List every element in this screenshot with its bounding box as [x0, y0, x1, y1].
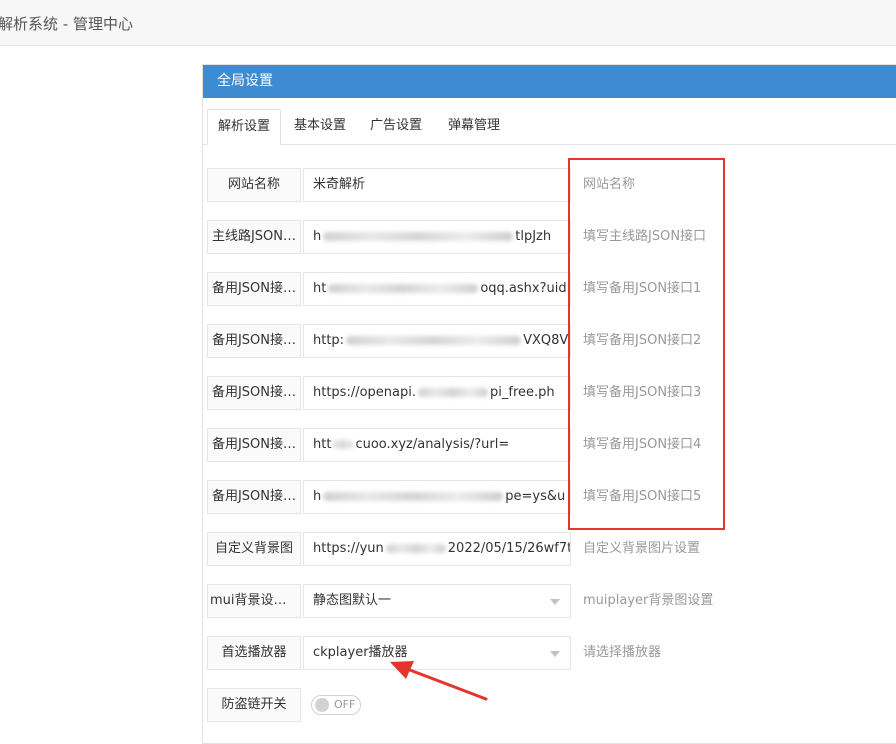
backup-json-5-help: 填写备用JSON接口5 [583, 489, 702, 504]
backup-json-3-value-start: https://openapi. [313, 385, 417, 400]
backup-json-3-help: 填写备用JSON接口3 [583, 385, 702, 400]
mui-bg-help: muiplayer背景图设置 [583, 593, 714, 608]
blurred-text [323, 232, 514, 241]
form-row-backup-json-5: 备用JSON接… h pe=ys&u 填写备用JSON接口5 [207, 480, 896, 514]
backup-json-2-help: 填写备用JSON接口2 [583, 333, 702, 348]
form-row-backup-json-2: 备用JSON接… http: VXQ8V 填写备用JSON接口2 [207, 324, 896, 358]
blurred-text [385, 544, 446, 553]
toggle-knob [315, 698, 329, 712]
form-row-mui-bg: mui背景设置图 静态图默认一 muiplayer背景图设置 [207, 584, 896, 618]
backup-json-2-input[interactable]: http: VXQ8V [303, 324, 571, 358]
hotlink-label: 防盗链开关 [207, 688, 301, 722]
chevron-down-icon [550, 651, 560, 657]
panel-title: 全局设置 [203, 65, 896, 98]
backup-json-4-value-start: htt [313, 437, 332, 452]
backup-json-2-label: 备用JSON接… [207, 324, 301, 358]
backup-json-4-value-end: cuoo.xyz/analysis/?url= [355, 437, 510, 452]
main-json-value-end: tlpJzh [515, 229, 552, 244]
main-json-value-start: h [313, 229, 322, 244]
site-name-help: 网站名称 [583, 177, 636, 192]
chevron-down-icon [550, 599, 560, 605]
settings-panel: 全局设置 解析设置 基本设置 广告设置 弹幕管理 网站名称 米奇解析 网站名称 … [202, 64, 896, 744]
tab-basic-settings[interactable]: 基本设置 [285, 109, 355, 145]
backup-json-3-input[interactable]: https://openapi. pi_free.ph [303, 376, 571, 410]
annotation-arrow-icon [390, 661, 488, 701]
backup-json-4-help: 填写备用JSON接口4 [583, 437, 702, 452]
backup-json-2-value-end: VXQ8V [523, 333, 569, 348]
app-header: 解析系统 - 管理中心 [0, 0, 896, 46]
bg-image-input[interactable]: https://yun 2022/05/15/26wf7t.g [303, 532, 571, 566]
blurred-text [346, 336, 522, 345]
form-row-backup-json-3: 备用JSON接… https://openapi. pi_free.ph 填写备用… [207, 376, 896, 410]
form-row-bg-image: 自定义背景图 https://yun 2022/05/15/26wf7t.g 自定… [207, 532, 896, 566]
mui-bg-select[interactable]: 静态图默认一 [303, 584, 571, 618]
blurred-text [333, 440, 354, 449]
backup-json-3-value-end: pi_free.ph [490, 385, 555, 400]
backup-json-5-input[interactable]: h pe=ys&u [303, 480, 571, 514]
player-help: 请选择播放器 [583, 645, 662, 660]
tab-parse-settings[interactable]: 解析设置 [207, 109, 281, 145]
backup-json-3-label: 备用JSON接… [207, 376, 301, 410]
backup-json-4-input[interactable]: htt cuoo.xyz/analysis/?url= [303, 428, 571, 462]
blurred-text [323, 492, 504, 501]
settings-tabs: 解析设置 基本设置 广告设置 弹幕管理 [203, 109, 896, 145]
mui-bg-value: 静态图默认一 [313, 593, 392, 608]
form-row-backup-json-1: 备用JSON接… ht oqq.ashx?uid 填写备用JSON接口1 [207, 272, 896, 306]
mui-bg-label: mui背景设置图 [207, 584, 301, 618]
backup-json-1-help: 填写备用JSON接口1 [583, 281, 702, 296]
app-title: 解析系统 - 管理中心 [0, 15, 133, 33]
blurred-text [418, 388, 489, 397]
backup-json-1-label: 备用JSON接… [207, 272, 301, 306]
backup-json-1-input[interactable]: ht oqq.ashx?uid [303, 272, 571, 306]
form-row-player: 首选播放器 ckplayer播放器 请选择播放器 [207, 636, 896, 670]
site-name-value: 米奇解析 [313, 177, 366, 192]
form-row-main-json: 主线路JSON… h tlpJzh 填写主线路JSON接口 [207, 220, 896, 254]
main-json-help: 填写主线路JSON接口 [583, 229, 707, 244]
tab-danmaku-management[interactable]: 弹幕管理 [439, 109, 509, 145]
bg-image-value-start: https://yun [313, 541, 384, 556]
backup-json-4-label: 备用JSON接… [207, 428, 301, 462]
hotlink-toggle[interactable]: OFF [311, 695, 361, 715]
backup-json-5-value-end: pe=ys&u [505, 489, 566, 504]
backup-json-5-label: 备用JSON接… [207, 480, 301, 514]
bg-image-help: 自定义背景图片设置 [583, 541, 701, 556]
form-row-site-name: 网站名称 米奇解析 网站名称 [207, 168, 896, 202]
tab-ad-settings[interactable]: 广告设置 [361, 109, 431, 145]
backup-json-1-value-end: oqq.ashx?uid [480, 281, 567, 296]
toggle-state-text: OFF [334, 698, 356, 711]
backup-json-2-value-start: http: [313, 333, 345, 348]
main-json-label: 主线路JSON… [207, 220, 301, 254]
form-row-hotlink: 防盗链开关 OFF [207, 688, 896, 722]
main-json-input[interactable]: h tlpJzh [303, 220, 571, 254]
backup-json-1-value-start: ht [313, 281, 327, 296]
bg-image-label: 自定义背景图 [207, 532, 301, 566]
backup-json-5-value-start: h [313, 489, 322, 504]
bg-image-value-end: 2022/05/15/26wf7t.g [447, 541, 571, 556]
site-name-input[interactable]: 米奇解析 [303, 168, 571, 202]
site-name-label: 网站名称 [207, 168, 301, 202]
form-row-backup-json-4: 备用JSON接… htt cuoo.xyz/analysis/?url= 填写备用… [207, 428, 896, 462]
blurred-text [328, 284, 479, 293]
player-label: 首选播放器 [207, 636, 301, 670]
